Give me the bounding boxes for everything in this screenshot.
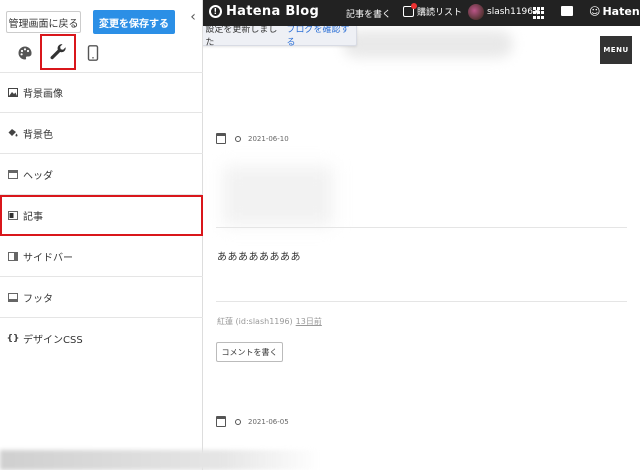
menu-item-background-color[interactable]: 背景色 [0,113,203,154]
blurred-footer-bar [0,450,320,470]
wrench-icon [50,44,66,60]
calendar-icon [216,416,226,427]
write-comment-button[interactable]: コメントを書く [216,342,283,362]
menu-item-header[interactable]: ヘッダ [0,154,203,195]
hatena-logo-icon: ! [209,5,222,18]
entry-date: 2021-06-10 [216,133,289,144]
palette-icon [18,46,32,60]
footer-icon [6,291,20,303]
entry-body: ああああああああ [217,252,301,263]
divider [216,227,627,228]
avatar [468,4,484,20]
article-icon [6,209,20,221]
view-blog-link[interactable]: ブログを確認する [287,26,356,48]
menu-item-footer[interactable]: フッタ [0,277,203,318]
braces-icon: {} [6,333,20,344]
menu-item-label: 背景画像 [23,89,63,100]
write-entry-link[interactable]: 記事を書く [346,7,391,20]
apps-grid-icon[interactable] [533,7,545,19]
customize-menu: 背景画像 背景色 ヘッダ 記事 サイドバー フッタ {} デザインCSS [0,72,203,359]
menu-item-article[interactable]: 記事 [0,195,203,236]
time-ago-link[interactable]: 13日前 [296,317,322,326]
tab-smartphone[interactable] [78,38,108,68]
update-toast: ✓ 設定を更新しました ブログを確認する [203,26,357,48]
user-menu[interactable]: slash1196 ▼ [468,4,540,20]
menu-item-background-image[interactable]: 背景画像 [0,72,203,113]
tab-customize[interactable] [40,34,76,70]
menu-item-label: ヘッダ [23,170,53,182]
menu-item-label: フッタ [23,293,53,305]
reading-list-link[interactable]: 購読リスト [403,3,462,18]
sidebar-tabs [0,34,203,72]
header-icon [6,168,20,180]
smartphone-icon [87,45,99,61]
save-changes-button[interactable]: 変更を保存する [93,10,175,34]
menu-item-label: デザインCSS [23,335,83,346]
hatena-brand-link[interactable]: ☺ Hatena [589,5,640,18]
reading-list-icon [403,3,417,17]
menu-item-sidebar[interactable]: サイドバー [0,236,203,277]
menu-button[interactable]: MENU [600,36,632,64]
tab-design[interactable] [10,38,40,68]
blurred-blog-title [343,30,513,58]
chevron-left-icon[interactable]: ‹ [183,0,203,34]
notification-icon[interactable] [561,6,573,16]
image-icon [6,87,20,99]
hatena-blog-logo[interactable]: ! Hatena Blog [209,4,319,19]
hatena-brand-icon: ☺ [589,5,601,18]
sidebar-icon [6,250,20,262]
clock-icon [235,135,241,142]
blurred-entry-title [223,166,333,226]
entry-date: 2021-06-05 [216,416,289,427]
clock-icon [235,418,241,425]
paint-bucket-icon [6,127,20,139]
calendar-icon [216,133,226,144]
blog-preview: ✓ 設定を更新しました ブログを確認する MENU 2021-06-10 あああ… [203,26,640,470]
menu-item-label: 背景色 [23,129,53,141]
entry-author: 紅蓮 (id:slash1196) 13日前 [217,317,322,326]
sidebar-top-buttons: 管理画面に戻る 変更を保存する ‹ [0,0,203,34]
hatena-top-bar: ! Hatena Blog 記事を書く 購読リスト slash1196 ▼ ☺ … [203,0,640,26]
divider [216,301,627,302]
toast-message: 設定を更新しました [205,26,278,48]
menu-item-design-css[interactable]: {} デザインCSS [0,318,203,359]
back-to-dashboard-button[interactable]: 管理画面に戻る [6,11,81,33]
menu-item-label: 記事 [23,211,43,223]
menu-item-label: サイドバー [23,252,73,264]
customize-sidebar: 管理画面に戻る 変更を保存する ‹ 背景画像 背景色 ヘッダ 記事 サイドバー … [0,0,203,470]
